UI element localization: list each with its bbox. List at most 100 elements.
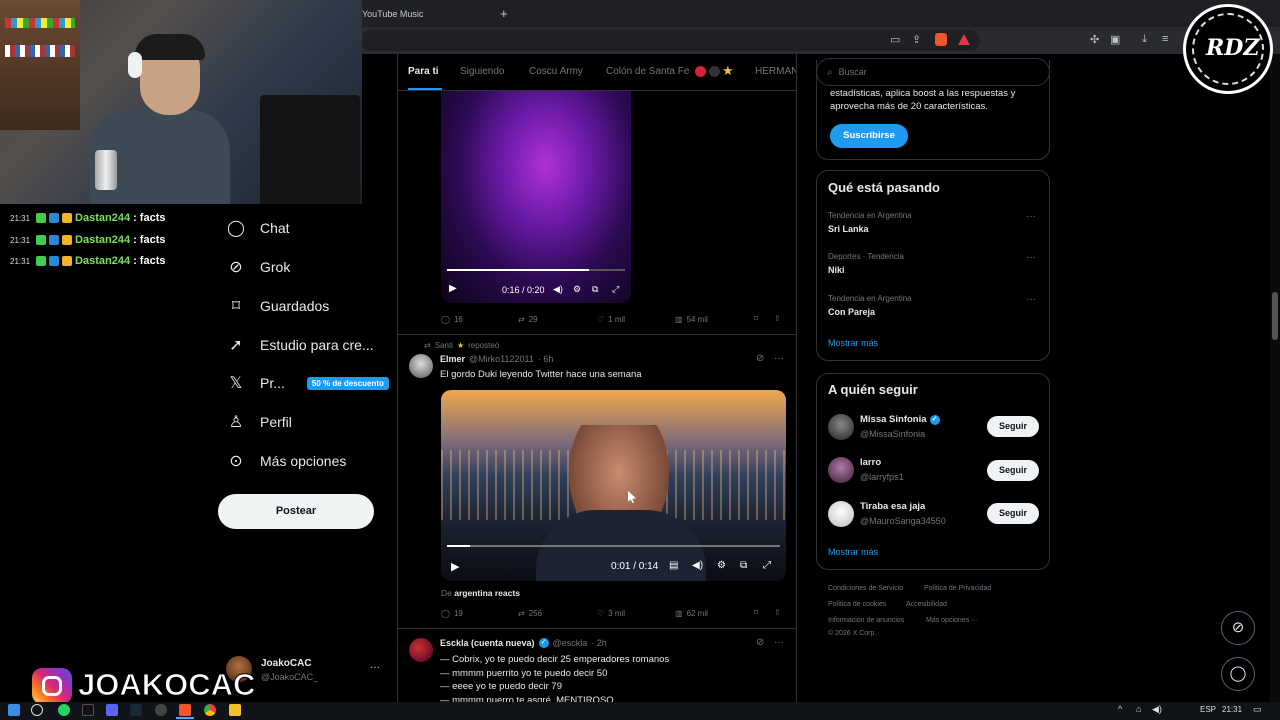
- more-icon[interactable]: ···: [774, 353, 784, 364]
- follow-avatar[interactable]: [828, 414, 854, 440]
- follow-avatar[interactable]: [828, 501, 854, 527]
- scrollbar-thumb[interactable]: [1272, 292, 1278, 340]
- follow-name[interactable]: Missa Sinfonia ✓: [860, 414, 940, 425]
- trend-item[interactable]: Tendencia en Argentina Con Pareja: [828, 294, 912, 317]
- tab-herman[interactable]: HERMAN: [755, 66, 796, 77]
- nav-item-more[interactable]: ⊙ Más opciones: [226, 447, 346, 475]
- discord-icon[interactable]: [106, 704, 118, 716]
- url-field[interactable]: [360, 30, 980, 51]
- grok-fab[interactable]: ⊘: [1221, 611, 1255, 645]
- whatsapp-icon[interactable]: [58, 704, 70, 716]
- messages-fab[interactable]: ◯: [1221, 657, 1255, 691]
- tweet-avatar[interactable]: [409, 354, 433, 378]
- settings-icon[interactable]: ⚙: [717, 560, 726, 571]
- follow-name[interactable]: Tiraba esa jaja: [860, 501, 925, 512]
- grok-icon[interactable]: ⊘: [756, 637, 764, 648]
- nav-item-bookmarks[interactable]: ⌑ Guardados: [226, 292, 329, 320]
- views-button[interactable]: ▥ 62 mil: [675, 609, 708, 618]
- steam-icon[interactable]: [130, 704, 142, 716]
- share-icon[interactable]: ⇪: [912, 33, 921, 46]
- post-button[interactable]: Postear: [218, 494, 374, 529]
- nav-item-premium[interactable]: 𝕏 Pr... 50 % de descuento: [226, 369, 389, 397]
- tweet-avatar[interactable]: [409, 638, 433, 662]
- tweet-time[interactable]: · 6h: [538, 354, 554, 364]
- share-icon[interactable]: ⇧: [774, 608, 781, 617]
- tweet-time[interactable]: · 2h: [591, 638, 607, 648]
- obs-icon[interactable]: [155, 704, 167, 716]
- footer-link[interactable]: Condiciones de Servicio: [828, 585, 903, 592]
- folder-icon[interactable]: [229, 704, 241, 716]
- footer-link[interactable]: Información de anuncios: [828, 617, 904, 624]
- bookmark-icon[interactable]: ⌑: [754, 608, 758, 617]
- trend-item[interactable]: Deportes · Tendencia Niki: [828, 252, 904, 275]
- video-progress-track[interactable]: [447, 545, 780, 547]
- more-icon[interactable]: ···: [1026, 211, 1036, 222]
- tab-coscu-army[interactable]: Coscu Army: [529, 66, 583, 77]
- show-more-follow-link[interactable]: Mostrar más: [828, 547, 878, 557]
- tray-chevron-icon[interactable]: ^: [1118, 704, 1122, 714]
- play-icon[interactable]: ▶: [451, 560, 459, 573]
- fullscreen-icon[interactable]: ⤢: [612, 284, 619, 295]
- subscribe-button[interactable]: Suscribirse: [830, 124, 908, 148]
- trend-item[interactable]: Tendencia en Argentina Sri Lanka: [828, 211, 912, 234]
- tab-for-you[interactable]: Para ti: [408, 66, 439, 77]
- nav-item-grok[interactable]: ⊘ Grok: [226, 253, 290, 281]
- follow-button[interactable]: Seguir: [987, 416, 1039, 437]
- chrome-icon[interactable]: [204, 704, 216, 716]
- tweet-handle[interactable]: @esckla: [553, 638, 588, 648]
- more-icon[interactable]: ···: [1026, 294, 1036, 305]
- language-indicator[interactable]: ESP: [1200, 705, 1216, 714]
- tweet-author[interactable]: Elmer: [440, 354, 465, 364]
- reply-button[interactable]: ◯ 16: [441, 315, 463, 324]
- views-button[interactable]: ▥ 54 mil: [675, 315, 708, 324]
- follow-button[interactable]: Seguir: [987, 460, 1039, 481]
- follow-avatar[interactable]: [828, 457, 854, 483]
- captions-icon[interactable]: ▤: [669, 560, 678, 571]
- play-icon[interactable]: ▶: [449, 283, 457, 294]
- footer-link[interactable]: Política de Privacidad: [924, 585, 991, 592]
- menu-icon[interactable]: ≡: [1162, 33, 1168, 45]
- miniplayer-icon[interactable]: ⧉: [592, 284, 598, 295]
- volume-icon[interactable]: ◀): [553, 284, 563, 295]
- video-player[interactable]: ▶ 0:16 / 0:20 ◀) ⚙ ⧉ ⤢: [441, 91, 631, 303]
- nav-item-profile[interactable]: ♙ Perfil: [226, 408, 292, 436]
- account-name[interactable]: JoakoCAC: [261, 658, 312, 669]
- cast-icon[interactable]: ▭: [890, 33, 900, 46]
- tab-colon[interactable]: Colón de Santa Fe: [606, 66, 689, 77]
- footer-link[interactable]: Más opciones ···: [926, 617, 978, 624]
- video-progress-track[interactable]: [447, 269, 625, 271]
- extensions-icon[interactable]: ✣: [1090, 33, 1099, 46]
- sidebar-toggle-icon[interactable]: ▣: [1110, 33, 1120, 46]
- like-button[interactable]: ♡ 1 mil: [597, 315, 625, 324]
- notifications-icon[interactable]: ▭: [1253, 704, 1262, 715]
- share-icon[interactable]: ⇧: [774, 314, 781, 323]
- bookmark-icon[interactable]: ⌑: [754, 314, 758, 323]
- nav-item-chat[interactable]: ◯ Chat: [226, 214, 290, 242]
- settings-icon[interactable]: ⚙: [573, 284, 581, 295]
- brave-shield-icon[interactable]: [935, 33, 947, 46]
- like-button[interactable]: ♡ 3 mil: [597, 609, 625, 618]
- search-icon[interactable]: [31, 704, 43, 716]
- tweet-author[interactable]: Esckla (cuenta nueva): [440, 638, 535, 648]
- source-name[interactable]: argentina reacts: [454, 588, 520, 598]
- volume-icon[interactable]: ◀): [1152, 704, 1162, 715]
- tweet-handle[interactable]: @Mirko1122011: [469, 354, 534, 364]
- repost-button[interactable]: ⇄ 29: [518, 315, 538, 324]
- video-player[interactable]: ▶ 0:01 / 0:14 ▤ ◀) ⚙ ⧉ ⤢: [441, 390, 786, 581]
- repost-button[interactable]: ⇄ 256: [518, 609, 542, 618]
- network-icon[interactable]: ⌂: [1136, 704, 1141, 714]
- clock[interactable]: 21:31: [1222, 705, 1242, 714]
- brave-rewards-icon[interactable]: [958, 34, 970, 45]
- show-more-trends-link[interactable]: Mostrar más: [828, 338, 878, 348]
- more-icon[interactable]: ···: [1026, 252, 1036, 263]
- footer-link[interactable]: Política de cookies: [828, 601, 886, 608]
- plus-icon[interactable]: +: [500, 6, 508, 21]
- reposter-name[interactable]: Santi: [435, 341, 453, 350]
- scrollbar[interactable]: [1270, 54, 1280, 702]
- reply-button[interactable]: ◯ 19: [441, 609, 463, 618]
- windows-start-icon[interactable]: [8, 704, 20, 716]
- fullscreen-icon[interactable]: ⤢: [763, 560, 771, 571]
- footer-link[interactable]: Accesibilidad: [906, 601, 947, 608]
- browser-tab[interactable]: YouTube Music: [362, 4, 492, 24]
- follow-name[interactable]: larro: [860, 457, 881, 468]
